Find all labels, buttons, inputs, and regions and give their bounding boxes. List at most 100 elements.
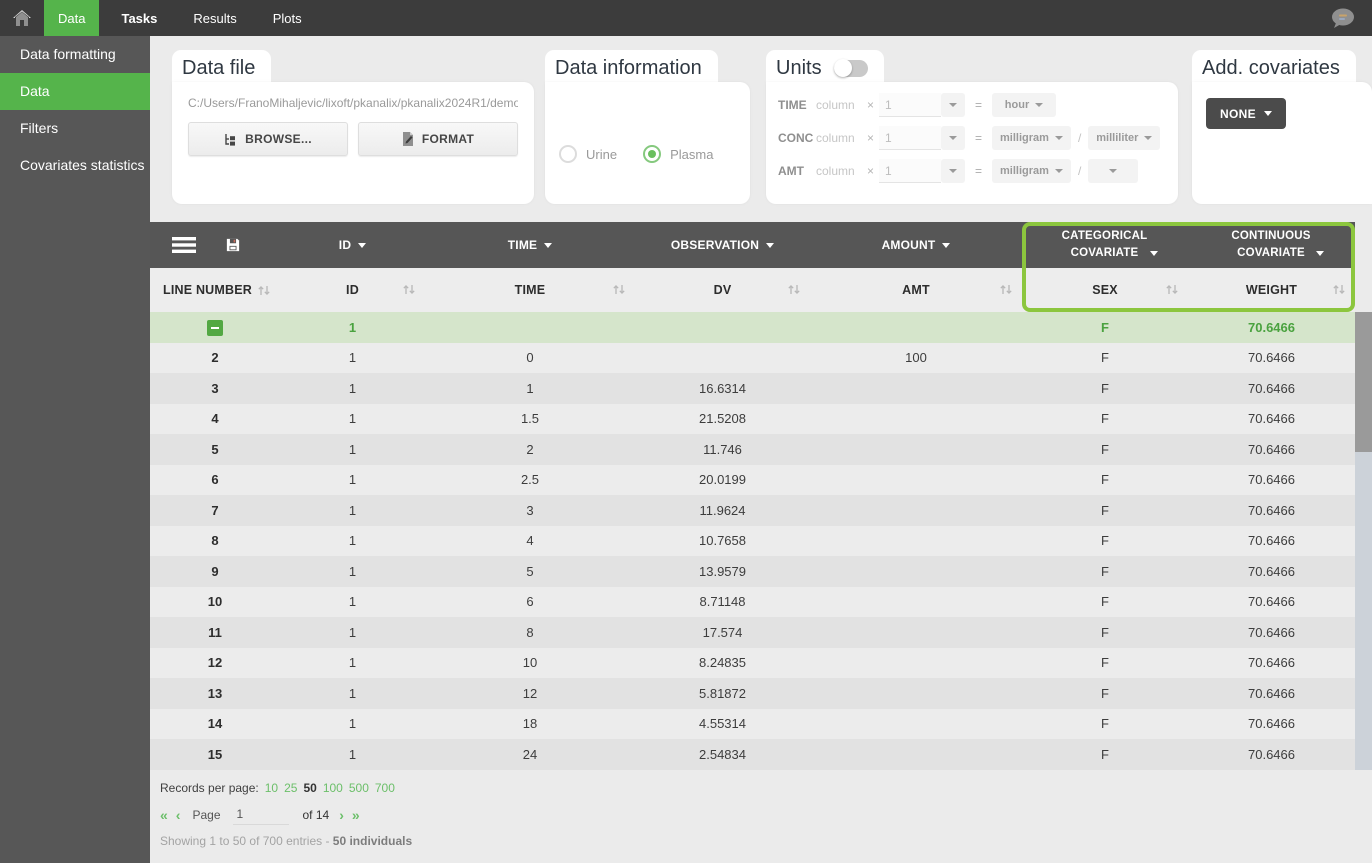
column-header-label: AMT — [902, 283, 930, 297]
conc-numerator-dropdown[interactable]: milligram — [992, 126, 1071, 150]
continuous-covariate-dropdown[interactable]: CONTINUOUS COVARIATE — [1188, 228, 1355, 262]
time-column-type-dropdown[interactable]: TIME — [425, 238, 635, 252]
sort-icon[interactable] — [999, 284, 1013, 295]
column-header-time[interactable]: TIME — [425, 268, 635, 312]
first-page-button[interactable]: « — [160, 807, 168, 823]
id-cell: 1 — [280, 350, 425, 365]
sort-icon[interactable] — [612, 284, 626, 295]
amt-factor-input[interactable] — [879, 159, 941, 183]
data-table: ID TIME OBSERVATION AMOUNT CATEGORICAL C… — [150, 222, 1355, 770]
records-per-page-option[interactable]: 50 — [303, 781, 316, 795]
add-covariates-none-dropdown[interactable]: NONE — [1206, 98, 1286, 129]
sidebar-item-covariates-statistics[interactable]: Covariates statistics — [0, 147, 150, 184]
line-number-cell: 5 — [150, 442, 280, 457]
amt-column-dropdown[interactable] — [941, 159, 965, 183]
amt-numerator-dropdown[interactable]: milligram — [992, 159, 1071, 183]
categorical-covariate-dropdown[interactable]: CATEGORICAL COVARIATE — [1022, 228, 1188, 262]
sort-icon[interactable] — [1165, 284, 1179, 295]
sidebar-item-data-formatting[interactable]: Data formatting — [0, 36, 150, 73]
sort-icon[interactable] — [257, 285, 271, 296]
home-button[interactable] — [0, 0, 44, 36]
sex-cell: F — [1022, 625, 1188, 640]
page-number-input[interactable] — [233, 805, 289, 825]
table-row[interactable]: 612.520.0199F70.6466 — [150, 465, 1355, 496]
table-row[interactable]: 1F70.6466 — [150, 312, 1355, 343]
sex-cell: F — [1022, 442, 1188, 457]
sidebar-item-data[interactable]: Data — [0, 73, 150, 110]
home-icon — [12, 9, 32, 27]
records-per-page-option[interactable]: 25 — [284, 781, 297, 795]
table-row[interactable]: 210100F70.6466 — [150, 343, 1355, 374]
table-row[interactable]: 121108.24835F70.6466 — [150, 648, 1355, 679]
tab-results[interactable]: Results — [179, 0, 250, 36]
column-header-id[interactable]: ID — [280, 268, 425, 312]
column-header-weight[interactable]: WEIGHT — [1188, 268, 1355, 312]
column-header-sex[interactable]: SEX — [1022, 268, 1188, 312]
units-toggle[interactable] — [834, 60, 868, 77]
table-row[interactable]: 31116.6314F70.6466 — [150, 373, 1355, 404]
prev-page-button[interactable]: ‹ — [176, 807, 181, 823]
table-row[interactable]: 10168.71148F70.6466 — [150, 587, 1355, 618]
sort-icon[interactable] — [787, 284, 801, 295]
column-header-dv[interactable]: DV — [635, 268, 810, 312]
records-per-page-option[interactable]: 500 — [349, 781, 369, 795]
sort-icon[interactable] — [402, 284, 416, 295]
showing-entries-label: Showing 1 to 50 of 700 entries - — [160, 834, 333, 848]
conc-factor-input[interactable] — [879, 126, 941, 150]
scrollbar-thumb[interactable] — [1355, 312, 1372, 452]
records-per-page-option[interactable]: 10 — [265, 781, 278, 795]
next-page-button[interactable]: › — [339, 807, 344, 823]
table-scrollbar[interactable] — [1355, 312, 1372, 770]
weight-cell: 70.6466 — [1188, 686, 1355, 701]
collapse-row-button[interactable] — [207, 320, 223, 336]
table-row[interactable]: 151242.54834F70.6466 — [150, 739, 1355, 770]
unit-row-time: TIME column × = hour — [778, 91, 1166, 119]
tab-plots[interactable]: Plots — [259, 0, 316, 36]
feedback-button[interactable] — [1330, 0, 1372, 36]
table-row[interactable]: 81410.7658F70.6466 — [150, 526, 1355, 557]
time-cell: 8 — [425, 625, 635, 640]
records-per-page-option[interactable]: 100 — [323, 781, 343, 795]
amount-column-dropdown[interactable]: AMOUNT — [810, 238, 1022, 252]
table-row[interactable]: 91513.9579F70.6466 — [150, 556, 1355, 587]
browse-button[interactable]: BROWSE... — [188, 122, 348, 156]
save-button[interactable] — [226, 238, 240, 252]
sort-icon[interactable] — [1332, 284, 1346, 295]
sidebar: Data formatting Data Filters Covariates … — [0, 36, 150, 863]
table-row[interactable]: 71311.9624F70.6466 — [150, 495, 1355, 526]
urine-radio-option[interactable]: Urine — [559, 104, 617, 204]
tab-tasks[interactable]: Tasks — [107, 0, 171, 36]
line-number-cell: 15 — [150, 747, 280, 762]
column-header-line-number[interactable]: LINE NUMBER — [150, 268, 280, 312]
time-unit-dropdown[interactable]: hour — [992, 93, 1056, 117]
format-label: FORMAT — [422, 132, 474, 146]
table-row[interactable]: 111817.574F70.6466 — [150, 617, 1355, 648]
plasma-radio-option[interactable]: Plasma — [643, 104, 713, 204]
browse-tree-icon — [224, 133, 237, 146]
conc-denominator-dropdown[interactable]: milliliter — [1088, 126, 1160, 150]
menu-button[interactable] — [172, 237, 196, 253]
amt-denominator-dropdown[interactable] — [1088, 159, 1138, 183]
tab-data[interactable]: Data — [44, 0, 99, 36]
last-page-button[interactable]: » — [352, 807, 360, 823]
unit-label: milligram — [1000, 132, 1049, 144]
time-factor-input[interactable] — [879, 93, 941, 117]
column-header-amt[interactable]: AMT — [810, 268, 1022, 312]
format-button[interactable]: FORMAT — [358, 122, 518, 156]
sidebar-item-filters[interactable]: Filters — [0, 110, 150, 147]
time-column-dropdown[interactable] — [941, 93, 965, 117]
table-row[interactable]: 131125.81872F70.6466 — [150, 678, 1355, 709]
dv-cell: 4.55314 — [635, 716, 810, 731]
dv-cell: 5.81872 — [635, 686, 810, 701]
table-row[interactable]: 51211.746F70.6466 — [150, 434, 1355, 465]
table-row[interactable]: 141184.55314F70.6466 — [150, 709, 1355, 740]
dv-cell: 16.6314 — [635, 381, 810, 396]
conc-column-dropdown[interactable] — [941, 126, 965, 150]
tab-label: Results — [193, 11, 236, 26]
observation-column-dropdown[interactable]: OBSERVATION — [635, 238, 810, 252]
records-per-page-option[interactable]: 700 — [375, 781, 395, 795]
line-number-cell: 9 — [150, 564, 280, 579]
id-column-dropdown[interactable]: ID — [280, 238, 425, 252]
table-row[interactable]: 411.521.5208F70.6466 — [150, 404, 1355, 435]
sex-cell: F — [1022, 503, 1188, 518]
